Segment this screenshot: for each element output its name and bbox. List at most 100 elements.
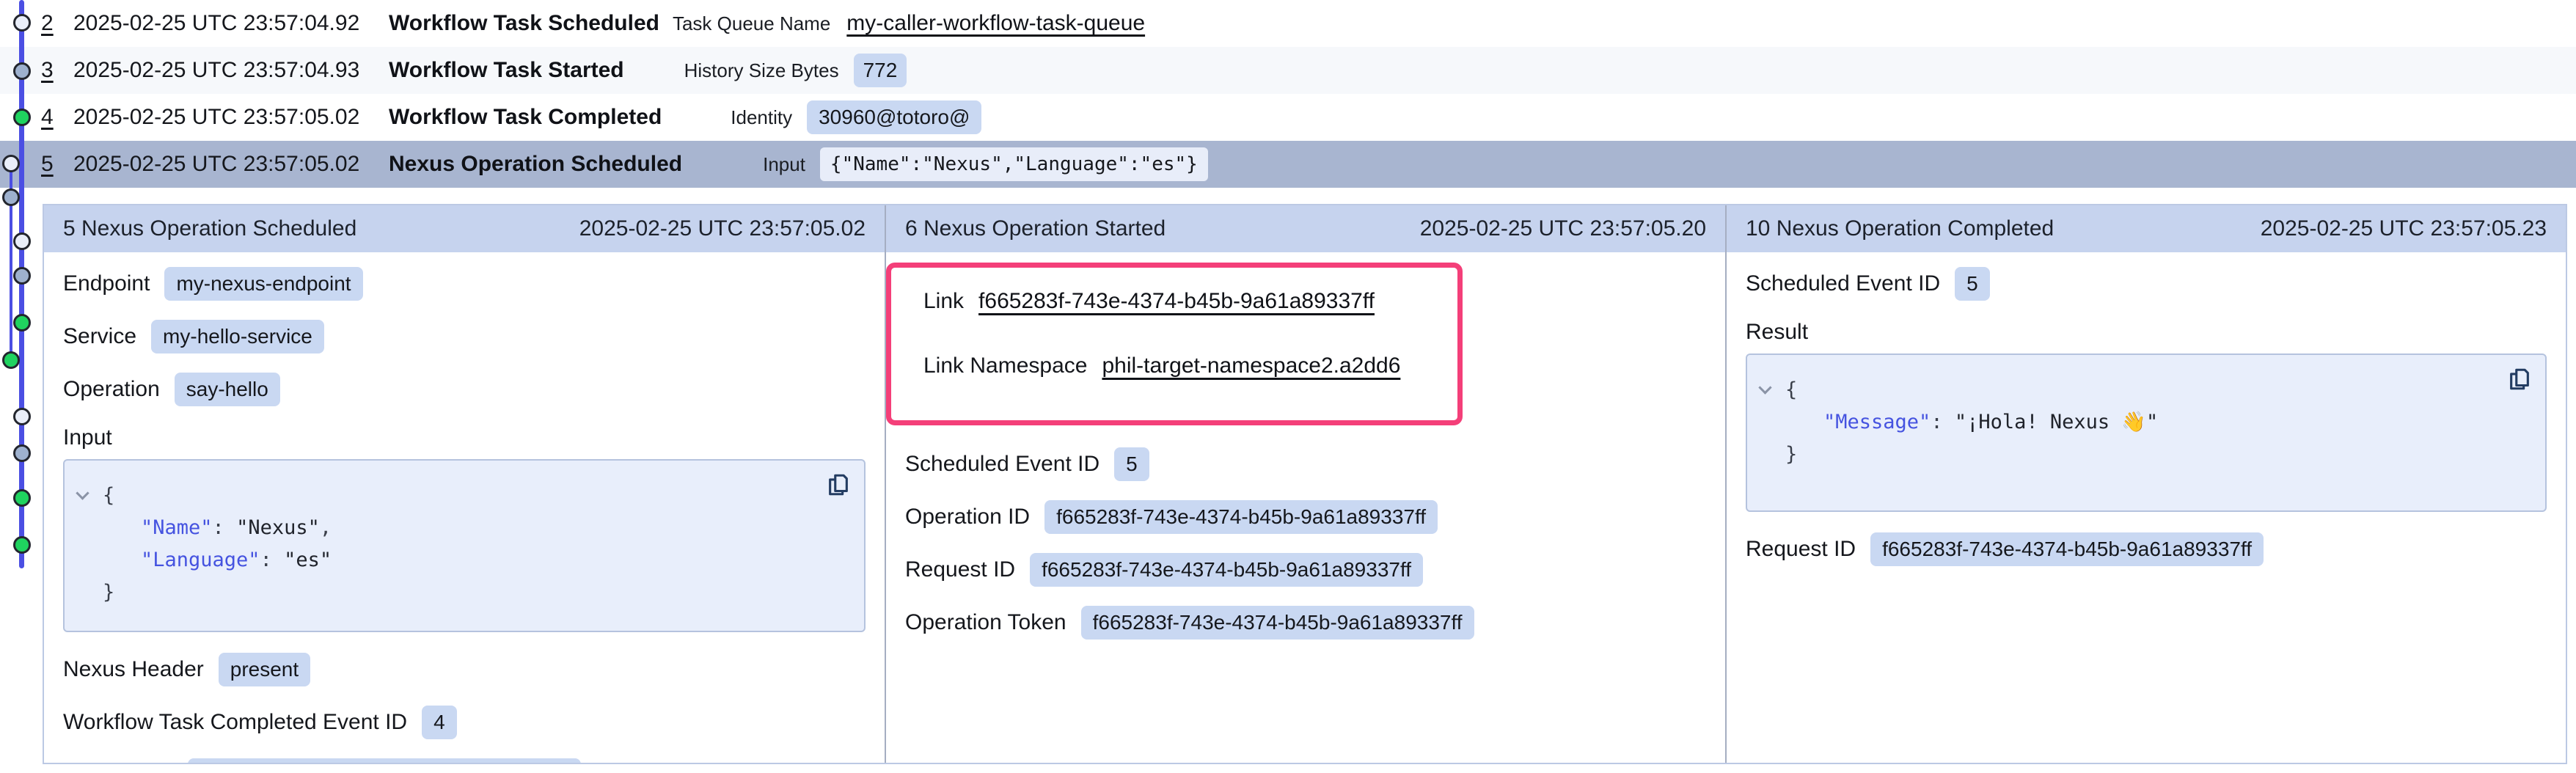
event-row-3[interactable]: 3 2025-02-25 UTC 23:57:04.93 Workflow Ta…	[0, 47, 2576, 94]
field-operation: Operation say-hello	[63, 373, 866, 406]
panel-timestamp: 2025-02-25 UTC 23:57:05.20	[1420, 216, 1706, 241]
json-line: {	[1766, 374, 2526, 406]
pink-highlight-box: Link f665283f-743e-4374-b45b-9a61a89337ff…	[886, 263, 1463, 425]
summary-label: Input	[763, 153, 805, 176]
request-id-value-badge: f665283f-743e-4374-b45b-9a61a89337ff	[1030, 553, 1423, 587]
panel-body: Link f665283f-743e-4374-b45b-9a61a89337ff…	[886, 252, 1725, 676]
event-id-link[interactable]: 3	[41, 58, 73, 83]
link-link[interactable]: f665283f-743e-4374-b45b-9a61a89337ff	[978, 289, 1375, 314]
field-label: Endpoint	[63, 271, 150, 296]
timeline-node-started	[13, 267, 31, 285]
field-label: Scheduled Event ID	[905, 452, 1099, 477]
field-label: Request ID	[1746, 537, 1856, 562]
json-line: "Message": "¡Hola! Nexus 👋"	[1766, 406, 2526, 439]
endpoint-value-badge: my-nexus-endpoint	[164, 267, 362, 301]
event-timeline-rail	[0, 0, 43, 773]
field-link: Link f665283f-743e-4374-b45b-9a61a89337ff	[923, 287, 1443, 316]
event-timestamp: 2025-02-25 UTC 23:57:05.02	[73, 152, 389, 177]
panel-header: 10 Nexus Operation Completed 2025-02-25 …	[1727, 205, 2566, 252]
field-label: Nexus Header	[63, 657, 204, 682]
timeline-node-completed	[2, 351, 20, 369]
field-label-input: Input	[63, 425, 866, 450]
timeline-node-started	[13, 62, 31, 80]
panel-body: Endpoint my-nexus-endpoint Service my-hello…	[44, 252, 885, 763]
summary-input-json-badge: {"Name":"Nexus","Language":"es"}	[820, 147, 1208, 181]
field-label: Scheduled Event ID	[1746, 271, 1940, 296]
field-scheduled-event-id: Scheduled Event ID 5	[1746, 267, 2547, 301]
event-row-4[interactable]: 4 2025-02-25 UTC 23:57:05.02 Workflow Ta…	[0, 94, 2576, 141]
link-namespace-link[interactable]: phil-target-namespace2.a2dd6	[1102, 353, 1400, 378]
json-line: }	[84, 576, 845, 609]
panel-title: 10 Nexus Operation Completed	[1746, 216, 2054, 241]
event-timestamp: 2025-02-25 UTC 23:57:04.93	[73, 58, 389, 83]
panel-nexus-operation-completed: 10 Nexus Operation Completed 2025-02-25 …	[1725, 205, 2566, 763]
operation-id-value-badge: f665283f-743e-4374-b45b-9a61a89337ff	[1044, 500, 1438, 534]
field-link-namespace: Link Namespace phil-target-namespace2.a2d…	[923, 351, 1443, 381]
event-title: Nexus Operation Scheduled	[389, 152, 682, 177]
field-label: Link	[923, 289, 964, 314]
event-title: Workflow Task Started	[389, 58, 624, 83]
field-service: Service my-hello-service	[63, 320, 866, 353]
nexus-header-value-badge: present	[219, 653, 310, 686]
timeline-node-scheduled	[13, 14, 31, 32]
panel-nexus-operation-scheduled: 5 Nexus Operation Scheduled 2025-02-25 U…	[44, 205, 885, 763]
field-label: Operation	[63, 377, 160, 402]
event-row-5-selected[interactable]: 5 2025-02-25 UTC 23:57:05.02 Nexus Opera…	[0, 141, 2576, 188]
panel-title: 5 Nexus Operation Scheduled	[63, 216, 356, 241]
field-nexus-header: Nexus Header present	[63, 653, 866, 686]
timeline-node-scheduled	[2, 155, 20, 172]
field-label: Link Namespace	[923, 353, 1087, 378]
field-label: Operation ID	[905, 505, 1030, 530]
result-json-viewer: {"Message": "¡Hola! Nexus 👋"}	[1746, 353, 2547, 512]
field-label-result: Result	[1746, 320, 2547, 345]
panel-timestamp: 2025-02-25 UTC 23:57:05.23	[2261, 216, 2547, 241]
event-id-link[interactable]: 5	[41, 152, 73, 177]
field-label: Operation Token	[905, 610, 1066, 635]
summary-value-badge: 772	[854, 54, 907, 87]
field-label: Service	[63, 324, 136, 349]
field-scheduled-event-id: Scheduled Event ID 5	[905, 447, 1706, 481]
json-line: "Language": "es"	[84, 544, 845, 576]
json-line: {	[84, 480, 845, 512]
copy-icon[interactable]	[2507, 367, 2532, 392]
timeline-node-scheduled	[13, 232, 31, 250]
request-id-value-badge: f665283f-743e-4374-b45b-9a61a89337ff	[188, 758, 581, 763]
json-line: }	[1766, 439, 2526, 471]
event-id-link[interactable]: 2	[41, 11, 73, 36]
field-request-id: Request ID f665283f-743e-4374-b45b-9a61a8…	[905, 553, 1706, 587]
field-operation-id: Operation ID f665283f-743e-4374-b45b-9a61…	[905, 500, 1706, 534]
operation-value-badge: say-hello	[175, 373, 280, 406]
field-label: Request ID	[905, 557, 1015, 582]
event-title: Workflow Task Completed	[389, 105, 662, 130]
event-id-link[interactable]: 4	[41, 105, 73, 130]
task-queue-link[interactable]: my-caller-workflow-task-queue	[846, 11, 1145, 36]
field-request-id: Request ID f665283f-743e-4374-b45b-9a61a8…	[1746, 532, 2547, 566]
json-line: "Name": "Nexus",	[84, 512, 845, 544]
field-request-id: Request IDf665283f-743e-4374-b45b-9a61a8…	[63, 758, 866, 763]
workflow-task-completed-event-id-value-badge: 4	[422, 706, 457, 739]
scheduled-event-id-value-badge: 5	[1955, 267, 1990, 301]
panel-nexus-operation-started: 6 Nexus Operation Started 2025-02-25 UTC…	[885, 205, 1725, 763]
service-value-badge: my-hello-service	[151, 320, 324, 353]
timeline-node-completed	[13, 536, 31, 554]
event-history-list: 2 2025-02-25 UTC 23:57:04.92 Workflow Ta…	[0, 0, 2576, 188]
scheduled-event-id-value-badge: 5	[1114, 447, 1149, 481]
event-group-detail-panels: 5 Nexus Operation Scheduled 2025-02-25 U…	[43, 204, 2567, 764]
event-row-2[interactable]: 2 2025-02-25 UTC 23:57:04.92 Workflow Ta…	[0, 0, 2576, 47]
panel-header: 5 Nexus Operation Scheduled 2025-02-25 U…	[44, 205, 885, 252]
operation-token-value-badge: f665283f-743e-4374-b45b-9a61a89337ff	[1081, 606, 1474, 640]
panel-body: Scheduled Event ID 5 Result {"Message": "¡H…	[1727, 252, 2566, 603]
summary-label: History Size Bytes	[684, 59, 839, 82]
field-workflow-task-completed-event-id: Workflow Task Completed Event ID4	[63, 706, 866, 739]
event-timestamp: 2025-02-25 UTC 23:57:04.92	[73, 11, 389, 36]
timeline-node-started	[2, 188, 20, 206]
timeline-node-scheduled	[13, 408, 31, 425]
request-id-value-badge: f665283f-743e-4374-b45b-9a61a89337ff	[1870, 532, 2264, 566]
timeline-node-completed	[13, 489, 31, 507]
panel-timestamp: 2025-02-25 UTC 23:57:05.02	[579, 216, 866, 241]
input-json-viewer: {"Name": "Nexus","Language": "es"}	[63, 459, 866, 632]
summary-value-badge: 30960@totoro@	[807, 100, 981, 134]
event-timestamp: 2025-02-25 UTC 23:57:05.02	[73, 105, 389, 130]
field-operation-token: Operation Token f665283f-743e-4374-b45b-9…	[905, 606, 1706, 640]
copy-icon[interactable]	[826, 472, 851, 497]
